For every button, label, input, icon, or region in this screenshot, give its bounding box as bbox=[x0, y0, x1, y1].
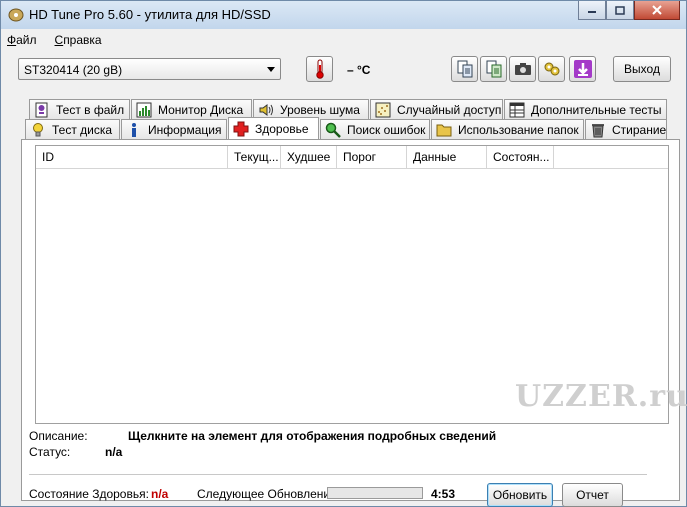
thermometer-icon bbox=[315, 59, 324, 79]
tab-noise-level[interactable]: Уровень шума bbox=[253, 99, 369, 119]
tab-error-scan-label: Поиск ошибок bbox=[347, 122, 426, 137]
app-window: HD Tune Pro 5.60 - утилита для HD/SSD Фа… bbox=[0, 0, 687, 507]
description-label: Описание: bbox=[29, 429, 88, 443]
next-update-label: Следующее Обновление: bbox=[197, 487, 341, 501]
status-label: Статус: bbox=[29, 445, 71, 459]
column-header-id[interactable]: ID bbox=[36, 146, 228, 168]
window-title: HD Tune Pro 5.60 - утилита для HD/SSD bbox=[29, 7, 271, 22]
camera-icon bbox=[514, 63, 531, 75]
report-button[interactable]: Отчет bbox=[562, 483, 623, 507]
tab-error-scan[interactable]: Поиск ошибок bbox=[320, 119, 430, 139]
tab-random-access-label: Случайный доступ bbox=[397, 102, 502, 117]
tab-folder-usage[interactable]: Использование папок bbox=[431, 119, 584, 139]
minimize-button[interactable] bbox=[578, 1, 606, 20]
table-header: ID Текущ... Худшее Порог Данные Состоян.… bbox=[36, 146, 668, 169]
watermark: UZZER.ru bbox=[515, 379, 687, 414]
copy-all-icon bbox=[486, 60, 501, 78]
file-benchmark-icon bbox=[35, 102, 48, 117]
tab-random-access[interactable]: Случайный доступ bbox=[370, 99, 503, 119]
copy-text-button[interactable] bbox=[451, 56, 478, 82]
refresh-button[interactable]: Обновить bbox=[487, 483, 553, 507]
column-header-data[interactable]: Данные bbox=[407, 146, 487, 168]
tab-file-benchmark[interactable]: Тест в файл bbox=[29, 99, 130, 119]
column-header-current[interactable]: Текущ... bbox=[228, 146, 281, 168]
tab-erase-label: Стирание bbox=[612, 122, 667, 137]
tools-icon bbox=[544, 62, 559, 76]
download-arrow-icon bbox=[573, 60, 592, 78]
next-update-progress bbox=[327, 487, 423, 499]
health-status-value: n/a bbox=[151, 487, 169, 501]
folder-icon bbox=[436, 124, 452, 136]
tab-extra-tests-label: Дополнительные тесты bbox=[531, 102, 662, 117]
close-button[interactable] bbox=[634, 1, 680, 20]
tab-info-label: Информация bbox=[148, 122, 222, 137]
copy-all-button[interactable] bbox=[480, 56, 507, 82]
magnifier-icon bbox=[325, 122, 341, 138]
tab-info[interactable]: Информация bbox=[121, 119, 227, 139]
description-value: Щелкните на элемент для отображения подр… bbox=[128, 429, 497, 443]
tab-extra-tests[interactable]: Дополнительные тесты bbox=[504, 99, 667, 119]
status-value: n/a bbox=[105, 445, 123, 459]
copy-icon bbox=[457, 60, 472, 78]
grid-table-icon bbox=[509, 102, 525, 117]
maximize-button[interactable] bbox=[606, 1, 634, 20]
column-header-status[interactable]: Состоян... bbox=[487, 146, 554, 168]
tab-disk-monitor-label: Монитор Диска bbox=[158, 102, 244, 117]
tab-noise-level-label: Уровень шума bbox=[280, 102, 360, 117]
exit-button[interactable]: Выход bbox=[613, 56, 671, 82]
chevron-down-icon bbox=[267, 67, 275, 72]
tab-file-benchmark-label: Тест в файл bbox=[56, 102, 125, 117]
temperature-button[interactable] bbox=[306, 56, 333, 82]
close-icon bbox=[652, 5, 662, 15]
tab-erase[interactable]: Стирание bbox=[585, 119, 667, 139]
next-update-time: 4:53 bbox=[431, 487, 456, 501]
options-button[interactable] bbox=[538, 56, 565, 82]
info-icon bbox=[132, 122, 136, 137]
scatter-icon bbox=[375, 102, 391, 117]
temperature-readout: – °C bbox=[347, 63, 371, 77]
title-bar[interactable]: HD Tune Pro 5.60 - утилита для HD/SSD bbox=[1, 1, 686, 29]
drive-select-value: ST320414 (20 gB) bbox=[24, 63, 123, 77]
health-status-label: Состояние Здоровья: bbox=[29, 487, 149, 501]
speaker-icon bbox=[259, 103, 273, 116]
tab-disk-monitor[interactable]: Монитор Диска bbox=[131, 99, 252, 119]
column-header-threshold[interactable]: Порог bbox=[337, 146, 407, 168]
maximize-icon bbox=[615, 5, 625, 15]
trash-bin-icon bbox=[592, 123, 604, 137]
screenshot-button[interactable] bbox=[509, 56, 536, 82]
tab-health[interactable]: Здоровье bbox=[228, 117, 319, 139]
save-button[interactable] bbox=[569, 56, 596, 82]
menu-bar: Файл Справка bbox=[7, 33, 102, 51]
tab-benchmark-label: Тест диска bbox=[52, 122, 113, 137]
divider bbox=[29, 474, 647, 475]
tab-benchmark[interactable]: Тест диска bbox=[25, 119, 120, 139]
tab-folder-usage-label: Использование папок bbox=[458, 122, 579, 137]
monitor-chart-icon bbox=[136, 102, 152, 117]
tab-health-label: Здоровье bbox=[255, 121, 309, 136]
lightbulb-icon bbox=[33, 122, 43, 136]
menu-help[interactable]: Справка bbox=[55, 33, 102, 51]
column-header-worst[interactable]: Худшее bbox=[281, 146, 337, 168]
app-icon bbox=[8, 8, 24, 22]
drive-select[interactable]: ST320414 (20 gB) bbox=[18, 58, 281, 80]
minimize-icon bbox=[588, 11, 596, 13]
menu-file[interactable]: Файл bbox=[7, 33, 37, 51]
health-cross-icon bbox=[233, 121, 249, 136]
